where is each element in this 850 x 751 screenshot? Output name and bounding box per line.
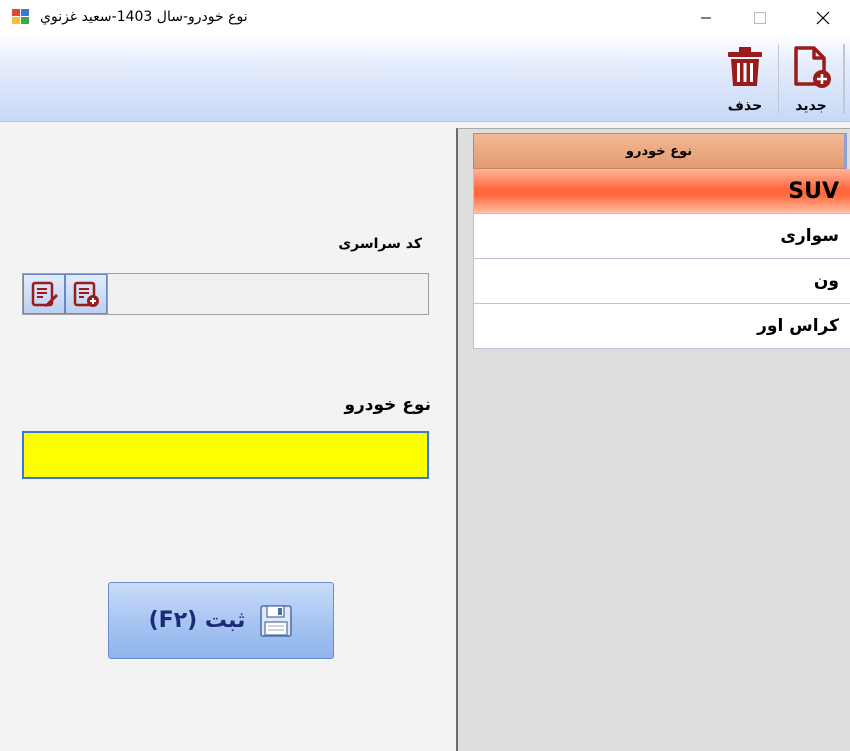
close-icon xyxy=(816,11,830,25)
add-code-button[interactable] xyxy=(65,274,107,314)
minimize-icon xyxy=(701,17,711,19)
save-button[interactable]: ثبت (F۲) xyxy=(108,582,334,659)
grid-row[interactable]: ون xyxy=(473,259,850,304)
toolbar: جديد حذف xyxy=(0,36,850,122)
window-title: نوع خودرو-سال 1403-سعيد غزنوي xyxy=(40,9,248,25)
save-button-label: ثبت (F۲) xyxy=(148,608,246,633)
grid-row[interactable]: SUV xyxy=(473,169,850,214)
grid-row[interactable]: کراس اور xyxy=(473,304,850,349)
vehicle-type-grid: نوع خودرو SUV سواری ون کراس اور xyxy=(456,128,850,751)
code-input[interactable] xyxy=(107,274,428,314)
maximize-icon xyxy=(754,12,766,24)
toolbar-separator xyxy=(778,44,779,114)
new-file-icon xyxy=(794,46,831,88)
edit-code-button[interactable] xyxy=(23,274,65,314)
vehicle-type-label: نوع خودرو xyxy=(344,395,431,415)
code-label: کد سراسری xyxy=(338,236,422,252)
edit-list-icon xyxy=(31,281,58,307)
grid-column-header[interactable]: نوع خودرو xyxy=(473,133,847,169)
title-bar[interactable]: نوع خودرو-سال 1403-سعيد غزنوي xyxy=(0,0,850,36)
minimize-button[interactable] xyxy=(683,0,729,36)
delete-button[interactable]: حذف xyxy=(720,42,770,116)
vehicle-type-input[interactable] xyxy=(22,431,429,479)
maximize-button[interactable] xyxy=(737,0,783,36)
new-button[interactable]: جديد xyxy=(786,42,836,116)
new-button-label: جديد xyxy=(795,98,827,114)
code-field-group xyxy=(22,273,429,315)
add-list-icon xyxy=(73,281,99,307)
floppy-disk-icon xyxy=(260,604,293,637)
close-button[interactable] xyxy=(800,0,846,36)
toolbar-edge xyxy=(843,44,845,114)
app-icon xyxy=(12,9,30,25)
delete-button-label: حذف xyxy=(727,98,763,114)
vehicle-type-window: نوع خودرو-سال 1403-سعيد غزنوي جديد حذف ک… xyxy=(0,0,850,751)
grid-row[interactable]: سواری xyxy=(473,214,850,259)
trash-icon xyxy=(728,47,762,86)
